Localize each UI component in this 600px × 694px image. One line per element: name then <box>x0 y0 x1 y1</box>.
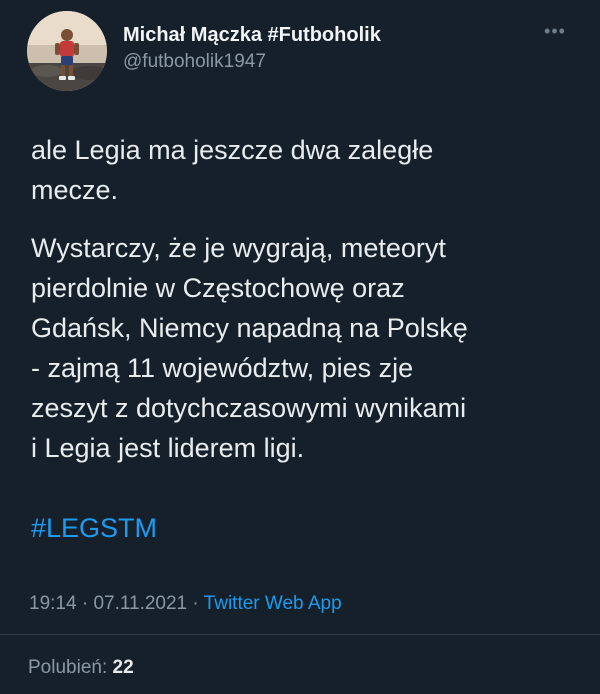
tweet-time[interactable]: 19:14 <box>29 593 77 614</box>
tweet-meta: 19:14 · 07.11.2021 · Twitter Web App <box>29 591 342 617</box>
likes-stat[interactable]: Polubień: 22 <box>28 655 134 681</box>
hashtag-link[interactable]: #LEGSTM <box>31 508 157 548</box>
tweet-source-app[interactable]: Twitter Web App <box>204 593 342 614</box>
meta-separator: · <box>76 593 94 614</box>
author-names: Michał Mączka #Futboholik @futboholik194… <box>123 23 381 74</box>
tweet-paragraph: Wystarczy, że je wygrają, meteoryt pierd… <box>31 233 468 463</box>
tweet-date[interactable]: 07.11.2021 <box>93 593 187 614</box>
author-handle[interactable]: @futboholik1947 <box>123 50 381 74</box>
avatar-photo <box>27 11 107 91</box>
more-options-icon[interactable]: ••• <box>541 21 569 41</box>
meta-separator: · <box>187 593 204 614</box>
tweet-text: ale Legia ma jeszcze dwa zaległe mecze. … <box>31 130 586 486</box>
tweet-card: Michał Mączka #Futboholik @futboholik194… <box>0 0 600 694</box>
divider <box>0 634 600 635</box>
likes-label: Polubień: <box>28 657 113 678</box>
likes-count: 22 <box>112 657 134 678</box>
avatar[interactable] <box>27 11 107 91</box>
tweet-paragraph: ale Legia ma jeszcze dwa zaległe mecze. <box>31 135 434 205</box>
author-display-name[interactable]: Michał Mączka #Futboholik <box>123 23 381 47</box>
tweet-header: Michał Mączka #Futboholik @futboholik194… <box>27 11 573 91</box>
